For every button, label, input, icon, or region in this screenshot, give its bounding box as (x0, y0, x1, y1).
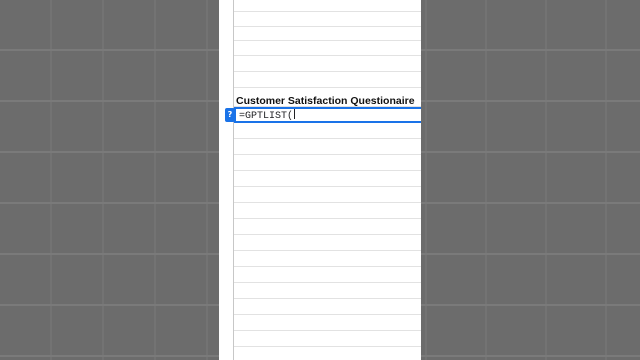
formula-input[interactable]: =GPTLIST( (239, 109, 296, 123)
grid-row[interactable] (234, 27, 421, 41)
video-frame: Customer Satisfaction Questionaire =GPTL… (0, 0, 640, 360)
grid-row[interactable] (234, 235, 421, 251)
blurred-background-left (0, 0, 219, 360)
grid-row[interactable] (234, 139, 421, 155)
help-icon[interactable]: ? (225, 108, 235, 122)
grid-row[interactable] (234, 203, 421, 219)
grid-row[interactable] (234, 283, 421, 299)
grid-row[interactable] (234, 347, 421, 360)
grid-row[interactable] (234, 56, 421, 72)
active-cell-editor[interactable]: =GPTLIST( (234, 107, 421, 123)
grid-row[interactable] (234, 171, 421, 187)
grid-row[interactable] (234, 267, 421, 283)
grid-row[interactable] (234, 299, 421, 315)
blurred-background-right (421, 0, 640, 360)
formula-text: =GPTLIST( (239, 111, 294, 122)
grid-row[interactable] (234, 41, 421, 56)
grid-row[interactable] (234, 331, 421, 347)
grid-row[interactable] (234, 72, 421, 88)
grid-row[interactable] (234, 155, 421, 171)
grid-row[interactable] (234, 123, 421, 139)
grid-row[interactable] (234, 315, 421, 331)
spreadsheet-grid[interactable]: Customer Satisfaction Questionaire =GPTL… (219, 0, 421, 360)
grid-row[interactable] (234, 251, 421, 267)
grid-row[interactable] (234, 219, 421, 235)
grid-row[interactable] (234, 12, 421, 27)
grid-row[interactable] (234, 0, 421, 12)
grid-row[interactable] (234, 187, 421, 203)
row-header-column (219, 0, 234, 360)
questionnaire-title-cell[interactable]: Customer Satisfaction Questionaire (236, 94, 421, 108)
text-caret (294, 109, 296, 119)
